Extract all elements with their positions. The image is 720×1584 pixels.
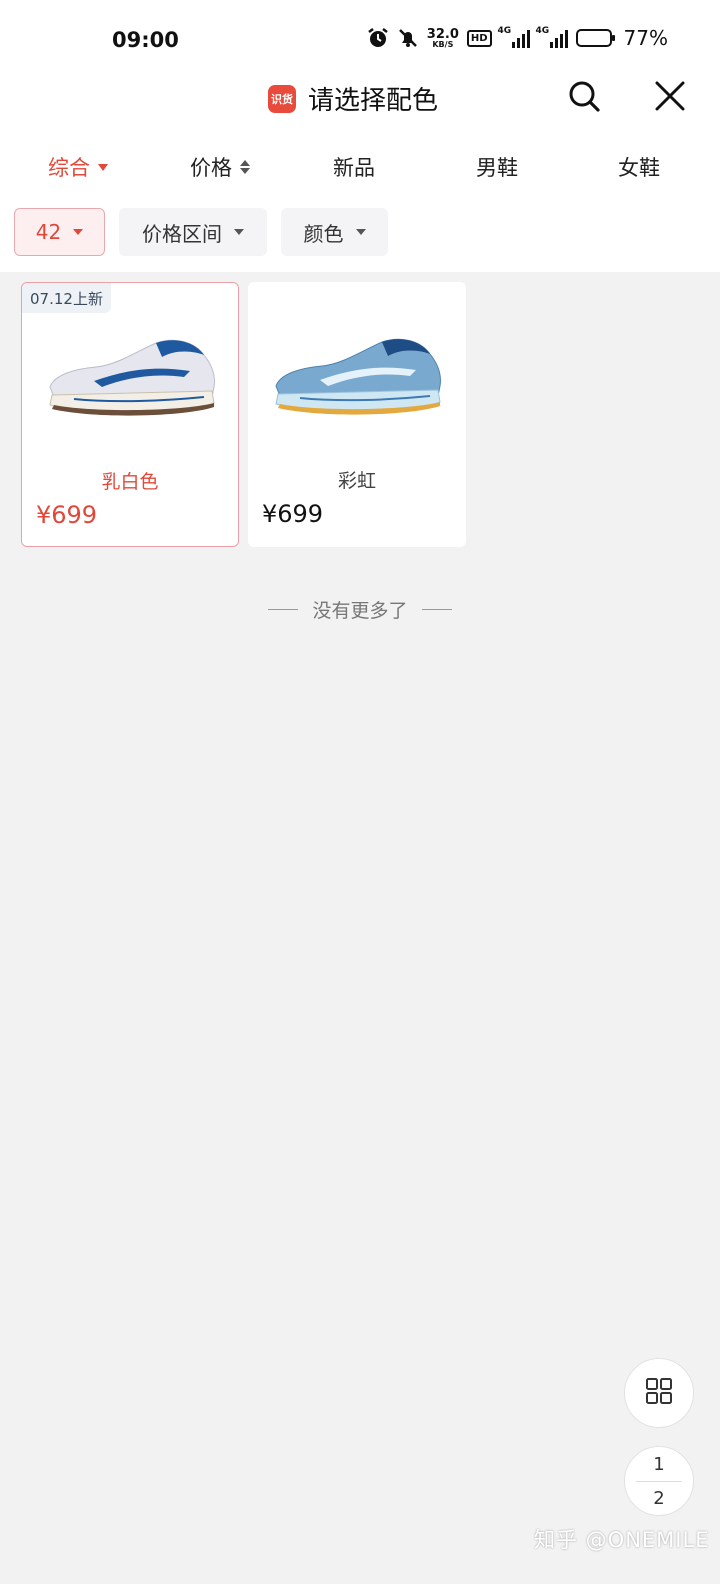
status-bar: 09:00 32.0 KB/S HD 4G 4G 77%	[0, 0, 720, 80]
grid-icon	[644, 1376, 674, 1410]
watermark: 知乎 @ONEMILE	[534, 1528, 710, 1552]
page-current: 1	[653, 1453, 665, 1475]
shoe-image	[275, 338, 441, 415]
tab-women[interactable]: 女鞋	[618, 152, 660, 182]
caret-down-icon	[98, 163, 108, 171]
hd-icon: HD	[466, 29, 492, 47]
tab-comprehensive[interactable]: 综合	[48, 152, 108, 182]
divider	[421, 609, 452, 610]
close-icon[interactable]	[652, 78, 688, 114]
status-time: 09:00	[112, 28, 179, 52]
price: ¥699	[36, 501, 98, 529]
search-icon[interactable]	[566, 78, 602, 114]
price: ¥699	[262, 500, 324, 528]
battery-text: 77%	[623, 26, 668, 50]
alarm-icon	[367, 27, 389, 49]
page-indicator[interactable]: 1 2	[624, 1446, 694, 1516]
caret-down-icon	[73, 229, 84, 235]
list-end-indicator: 没有更多了	[0, 596, 720, 623]
shoe-image	[49, 339, 215, 416]
signal-icon-1: 4G	[498, 26, 530, 48]
sort-tabs: 综合 价格 新品 男鞋 女鞋	[0, 144, 720, 190]
product-card[interactable]: 07.12上新 乳白色 ¥699	[21, 282, 239, 547]
tab-new[interactable]: 新品	[333, 152, 375, 182]
tab-men[interactable]: 男鞋	[476, 152, 518, 182]
color-name: 彩虹	[337, 470, 376, 492]
filter-size[interactable]: 42	[14, 208, 105, 256]
signal-icon-2: 4G	[536, 26, 568, 48]
page-title: 请选择配色	[308, 86, 439, 116]
header: 识货 请选择配色	[0, 70, 720, 126]
new-arrival-tag: 07.12上新	[22, 283, 111, 313]
mute-icon	[397, 27, 419, 49]
divider	[268, 609, 299, 610]
color-name: 乳白色	[101, 471, 159, 493]
layout-toggle-button[interactable]	[624, 1358, 694, 1428]
header-title-wrap: 识货 请选择配色	[268, 80, 438, 117]
caret-down-icon	[355, 229, 366, 235]
filter-price-range[interactable]: 价格区间	[119, 208, 267, 256]
divider	[636, 1480, 682, 1482]
app-logo: 识货	[268, 84, 296, 113]
page-total: 2	[653, 1487, 665, 1509]
product-card[interactable]: 彩虹 ¥699	[248, 282, 466, 547]
net-speed: 32.0 KB/S	[426, 26, 459, 49]
sort-updown-icon	[240, 160, 250, 174]
tab-price[interactable]: 价格	[190, 152, 250, 182]
filter-color[interactable]: 颜色	[281, 208, 388, 256]
caret-down-icon	[234, 229, 244, 235]
battery-icon	[575, 29, 615, 47]
status-icons: 32.0 KB/S HD 4G 4G 77%	[367, 26, 668, 50]
